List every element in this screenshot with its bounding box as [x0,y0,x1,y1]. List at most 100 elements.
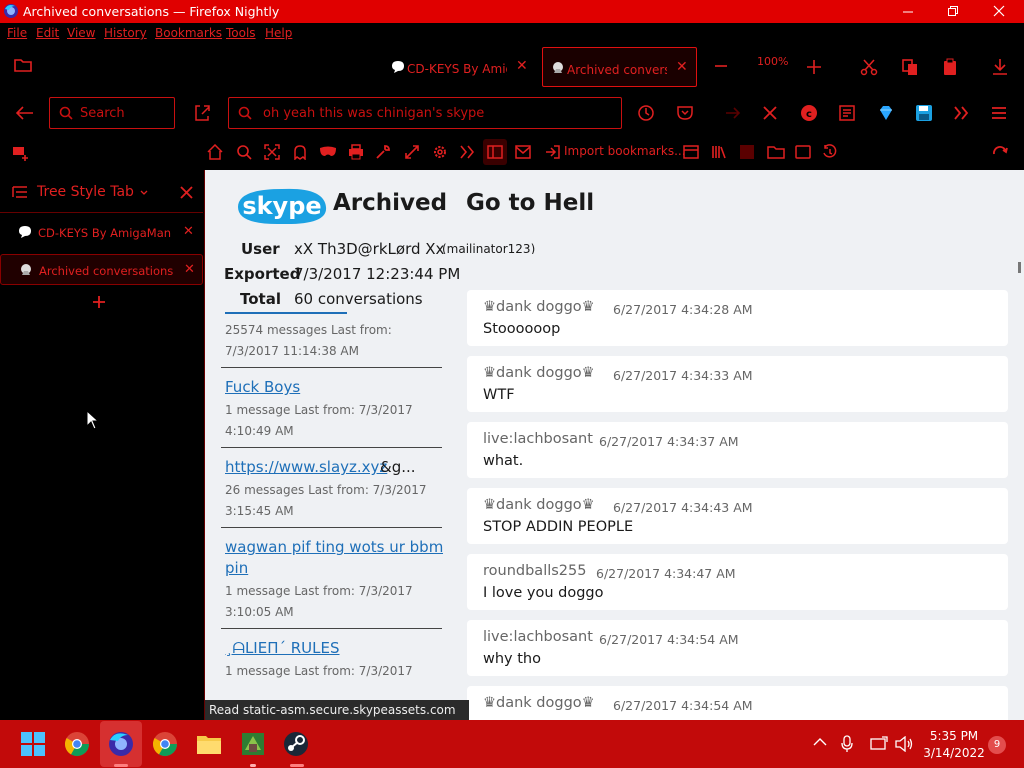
chevron-up-icon[interactable] [813,737,827,747]
user-value: xX Th3D@rkLørd Xx [294,240,445,258]
conversation-link-fragment[interactable] [225,312,347,314]
stop-icon[interactable] [763,106,777,120]
firefox-nightly-icon[interactable] [107,730,135,758]
hamburger-menu-icon[interactable] [991,106,1007,120]
conversation-link[interactable]: wagwan pif ting wots ur bbm [225,538,443,556]
zoom-in-icon[interactable] [806,59,822,75]
exported-value: 7/3/2017 12:23:44 PM [294,265,461,283]
mail-icon[interactable] [515,145,531,159]
import-bookmarks-link[interactable]: Import bookmarks... [564,144,686,158]
message-text: STOP ADDIN PEOPLE [483,519,634,535]
menu-bookmarks[interactable]: Bookmarks [155,26,222,40]
windows-start-icon[interactable] [19,730,47,758]
steam-icon[interactable] [282,730,310,758]
share-icon[interactable] [194,104,210,122]
minimize-button[interactable] [898,2,918,20]
cut-icon[interactable] [860,58,878,76]
clock-time: 5:35 PM [929,729,979,743]
gear-icon[interactable] [432,144,448,160]
total-label: Total [240,290,281,308]
history-clock-icon[interactable] [637,104,655,122]
conversation-link-line2[interactable]: pin [225,559,248,577]
paste-icon[interactable] [941,58,959,76]
zoom-out-icon[interactable] [714,59,728,73]
folder-icon[interactable] [767,144,785,160]
menu-edit[interactable]: Edit [36,26,59,40]
conversation-list[interactable]: 25574 messages Last from: 7/3/2017 11:14… [221,312,443,720]
tab-archived-conversations[interactable]: Archived conversations ✕ [542,47,697,87]
menu-history[interactable]: History [104,26,147,40]
tab-cd-keys[interactable]: CD-KEYS By AmigaMan ✕ [383,47,531,87]
copy-icon[interactable] [901,58,919,76]
message-card: ♛dank doggo♛ 6/27/2017 4:34:33 AM WTF [467,356,1008,412]
overflow-chevrons-icon[interactable] [953,105,969,121]
sidebar-tab-close-icon[interactable]: ✕ [183,224,194,239]
sync-icon[interactable] [992,144,1008,160]
minecraft-launcher-icon[interactable] [239,730,267,758]
page-scrollbar-thumb[interactable] [1018,262,1021,273]
history-undo-icon[interactable] [822,144,838,160]
sidebar-title[interactable]: Tree Style Tab [37,184,134,200]
tab-close-icon[interactable]: ✕ [516,58,528,74]
close-window-button[interactable] [989,2,1009,20]
svg-text:c: c [806,109,812,120]
conversation-link[interactable]: https://www.slayz.xyz [225,458,387,476]
sidebar-tab-archived[interactable]: Archived conversations ✕ [0,254,203,285]
ghost-icon[interactable] [292,144,308,160]
image-icon[interactable] [739,144,755,160]
pocket-icon[interactable] [676,105,694,121]
reader-icon[interactable] [838,104,856,122]
tree-style-tab-sidebar: Tree Style Tab CD-KEYS By AmigaMan ✕ Arc… [0,170,205,720]
volume-icon[interactable] [895,736,913,752]
message-sender: ♛dank doggo♛ [483,695,595,711]
save-floppy-icon[interactable] [915,104,933,122]
extension-c-icon[interactable]: c [800,104,818,122]
folder-icon[interactable] [14,57,32,73]
menu-view[interactable]: View [67,26,95,40]
back-arrow-icon[interactable] [16,106,34,120]
home-icon[interactable] [207,144,223,160]
system-clock[interactable]: 5:35 PM 3/14/2022 [920,728,988,762]
menu-help[interactable]: Help [265,26,292,40]
search-input[interactable]: Search [49,97,175,129]
notification-badge[interactable]: 9 [988,736,1006,754]
fullscreen-icon[interactable] [404,144,420,160]
menu-tools[interactable]: Tools [226,26,256,40]
conversation-meta: 25574 messages Last from: [225,323,392,337]
zoom-level[interactable]: 100% [757,55,788,68]
conversation-link[interactable]: Fuck Boys [225,378,300,396]
close-sidebar-icon[interactable] [180,186,193,199]
chevron-down-icon[interactable] [140,190,148,196]
screenshot-icon[interactable] [264,144,280,160]
wrench-icon[interactable] [375,144,391,160]
running-indicator [114,764,128,767]
svg-text:skype: skype [242,192,321,220]
new-tab-sidebar-icon[interactable] [12,145,30,161]
search-icon[interactable] [236,144,252,160]
maximize-button[interactable] [943,2,963,20]
window-icon[interactable] [683,144,699,160]
menu-file[interactable]: File [7,26,27,40]
printer-icon[interactable] [348,144,364,160]
gem-extension-icon[interactable] [877,104,895,122]
network-icon[interactable] [870,736,888,752]
message-card: ♛dank doggo♛ 6/27/2017 4:34:28 AM Stoooo… [467,290,1008,346]
sidebar-tab-close-icon[interactable]: ✕ [184,262,195,277]
double-chevron-icon[interactable] [460,145,474,159]
search-icon [59,106,73,120]
download-icon[interactable] [991,58,1009,76]
sidebar-tab-cd-keys[interactable]: CD-KEYS By AmigaMan ✕ [0,217,203,248]
tab-close-icon[interactable]: ✕ [676,59,688,75]
window-empty-icon[interactable] [795,145,811,159]
library-icon[interactable] [711,144,727,160]
microphone-icon[interactable] [841,735,853,753]
url-bar[interactable]: oh yeah this was chinigan's skype [228,97,622,129]
sidebar-toggle-button[interactable] [483,139,507,165]
conversation-link[interactable]: ¸ᗩLIEП´ RULES [225,639,340,657]
chrome-icon[interactable] [151,730,179,758]
new-tab-plus-icon[interactable] [92,295,106,309]
chrome-icon[interactable] [63,730,91,758]
status-bar: Read static-asm.secure.skypeassets.com [205,700,469,720]
file-explorer-icon[interactable] [195,730,223,758]
mask-icon[interactable] [319,145,337,159]
